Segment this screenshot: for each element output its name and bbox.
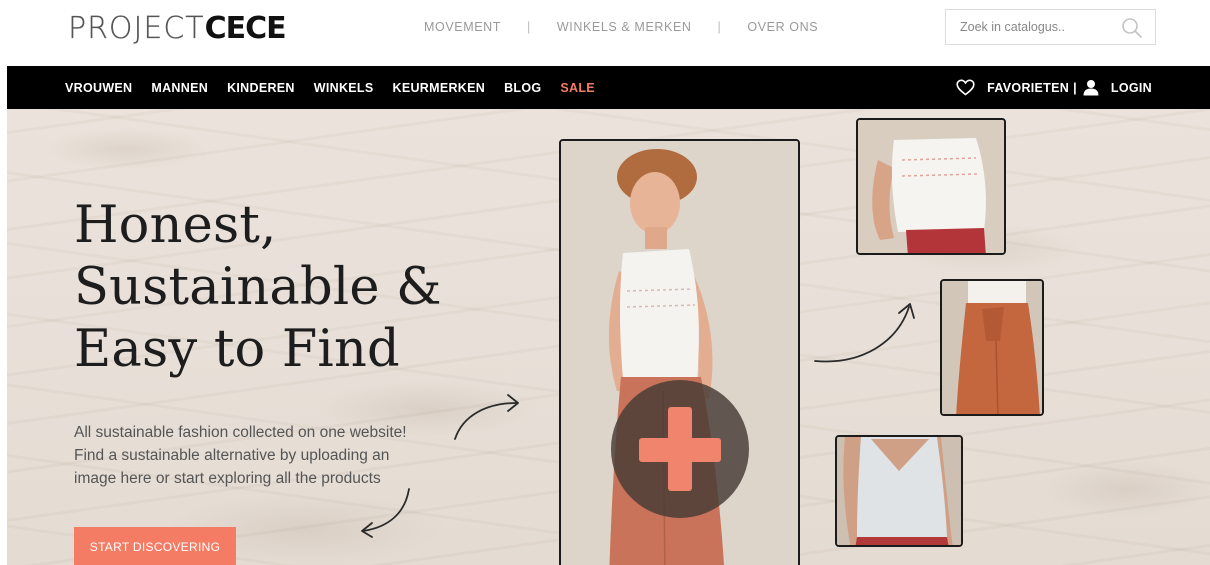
hero-banner: Honest, Sustainable & Easy to Find All s… <box>7 109 1210 565</box>
nav-keurmerken[interactable]: KEURMERKEN <box>393 81 486 95</box>
hero-subtitle-line: All sustainable fashion collected on one… <box>74 424 407 441</box>
curved-arrow-explore-icon <box>361 488 410 538</box>
user-icon <box>1083 80 1099 96</box>
upload-plus-button[interactable] <box>611 380 749 518</box>
hero-subtitle-line: Find a sustainable alternative by upload… <box>74 447 390 464</box>
search-icon[interactable] <box>1121 17 1143 39</box>
logo-text-light: PROJECT <box>68 11 205 46</box>
top-nav-separator: | <box>717 20 722 34</box>
hero-title: Honest, Sustainable & Easy to Find <box>74 195 442 381</box>
top-header: PROJECT CECE MOVEMENT | WINKELS & MERKEN … <box>0 0 1210 66</box>
result-thumbnail[interactable] <box>835 435 963 547</box>
category-menu: VROUWEN MANNEN KINDEREN WINKELS KEURMERK… <box>65 66 614 109</box>
white-top-photo <box>858 120 1004 253</box>
hero-title-line: Sustainable & <box>74 258 442 317</box>
nav-blog[interactable]: BLOG <box>504 81 541 95</box>
nav-mannen[interactable]: MANNEN <box>151 81 208 95</box>
main-nav: VROUWEN MANNEN KINDEREN WINKELS KEURMERK… <box>7 66 1210 109</box>
search-box <box>945 9 1156 45</box>
orange-trousers-photo <box>942 281 1042 414</box>
login-label: LOGIN <box>1110 80 1152 95</box>
hero-title-line: Easy to Find <box>74 320 400 379</box>
curved-arrow-upload-icon <box>454 394 519 440</box>
top-nav-winkels-merken[interactable]: WINKELS & MERKEN <box>557 20 692 34</box>
top-nav-separator: | <box>527 20 531 34</box>
logo[interactable]: PROJECT CECE <box>68 11 287 46</box>
login-link[interactable]: LOGIN <box>1083 79 1152 96</box>
result-thumbnail[interactable] <box>940 279 1044 416</box>
nav-vrouwen[interactable]: VROUWEN <box>65 81 132 95</box>
nav-kinderen[interactable]: KINDEREN <box>227 81 295 95</box>
top-nav: MOVEMENT | WINKELS & MERKEN | OVER ONS <box>424 20 818 34</box>
nav-sale[interactable]: SALE <box>560 81 595 95</box>
curved-arrow-results-icon <box>814 303 915 363</box>
camisole-photo <box>837 437 961 545</box>
heart-icon <box>956 79 975 96</box>
favorites-link[interactable]: FAVORIETEN <box>956 79 1069 96</box>
start-discovering-button[interactable]: START DISCOVERING <box>74 527 236 565</box>
account-separator: | <box>1073 80 1077 95</box>
account-links: FAVORIETEN | LOGIN <box>956 66 1152 109</box>
search-input[interactable] <box>960 10 1110 44</box>
favorites-label: FAVORIETEN <box>987 80 1070 95</box>
hero-title-line: Honest, <box>74 196 277 255</box>
result-thumbnail[interactable] <box>856 118 1006 255</box>
plus-icon <box>668 407 692 491</box>
nav-winkels[interactable]: WINKELS <box>314 81 374 95</box>
hero-subtitle: All sustainable fashion collected on one… <box>74 421 407 490</box>
top-nav-over-ons[interactable]: OVER ONS <box>747 20 818 34</box>
logo-text-bold: CECE <box>204 11 287 46</box>
top-nav-movement[interactable]: MOVEMENT <box>424 20 501 34</box>
